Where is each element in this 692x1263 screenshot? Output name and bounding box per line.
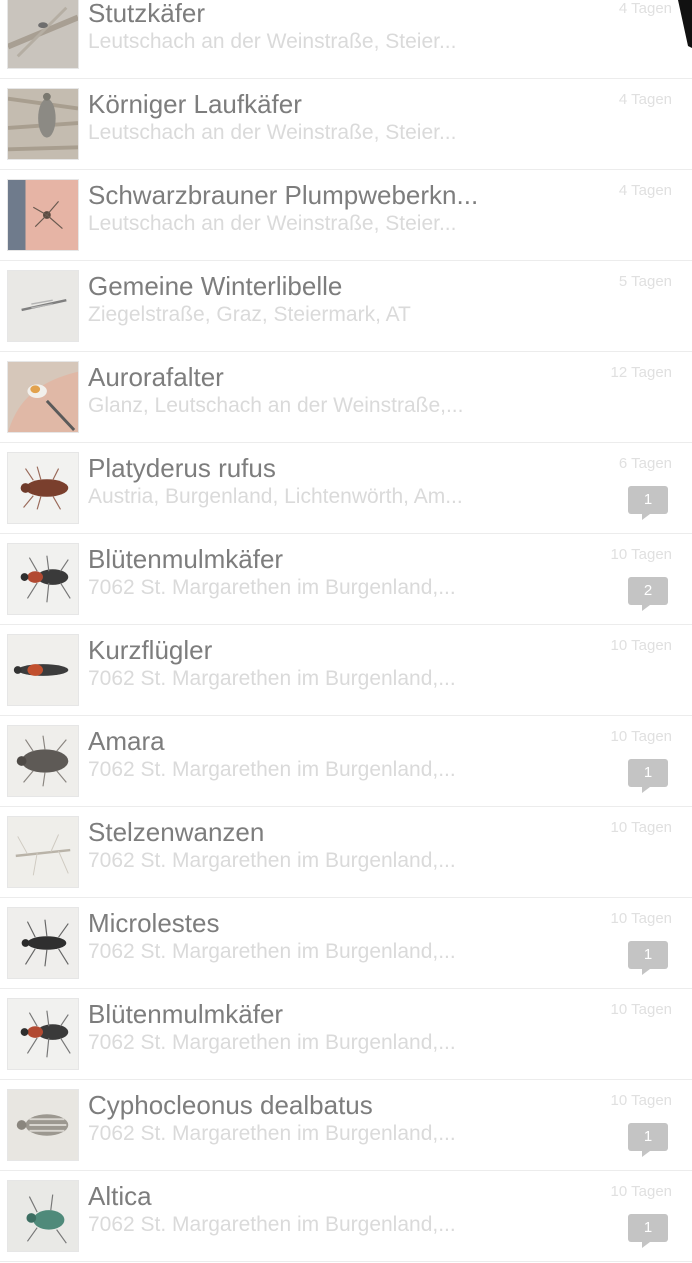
observation-time: 4 Tagen <box>618 182 672 199</box>
comment-count-badge: 1 <box>628 486 668 520</box>
observation-title: Kurzflügler <box>88 635 213 665</box>
observation-title: Gemeine Winterlibelle <box>88 271 343 301</box>
observation-location: 7062 St. Margarethen im Burgenland,... <box>88 940 456 963</box>
observation-list: Stutzkäfer Leutschach an der Weinstraße, … <box>0 0 692 1263</box>
observation-location: 7062 St. Margarethen im Burgenland,... <box>88 1122 456 1145</box>
observation-row[interactable]: Gemeine Winterlibelle Ziegelstraße, Graz,… <box>0 261 692 352</box>
observation-title: Platyderus rufus <box>88 453 276 483</box>
observation-row[interactable]: Blütenmulmkäfer 7062 St. Margarethen im B… <box>0 534 692 625</box>
observation-location: Ziegelstraße, Graz, Steiermark, AT <box>88 303 411 326</box>
observation-time: 4 Tagen <box>618 91 672 108</box>
observation-thumbnail <box>7 452 79 524</box>
observation-title: Blütenmulmkäfer <box>88 544 284 574</box>
observation-thumbnail <box>7 88 79 160</box>
observation-time: 10 Tagen <box>610 819 672 836</box>
observation-location: 7062 St. Margarethen im Burgenland,... <box>88 1031 456 1054</box>
observation-title: Cyphocleonus dealbatus <box>88 1090 373 1120</box>
observation-row[interactable]: Stutzkäfer Leutschach an der Weinstraße, … <box>0 0 692 79</box>
observation-row[interactable]: Amara 7062 St. Margarethen im Burgenland,… <box>0 716 692 807</box>
observation-thumbnail <box>7 725 79 797</box>
observation-thumbnail <box>7 361 79 433</box>
observation-row[interactable]: Blütenmulmkäfer 7062 St. Margarethen im B… <box>0 989 692 1080</box>
observation-thumbnail <box>7 270 79 342</box>
comment-count-badge: 1 <box>628 759 668 793</box>
observation-location: 7062 St. Margarethen im Burgenland,... <box>88 576 456 599</box>
comment-count-badge: 1 <box>628 1123 668 1157</box>
observation-thumbnail <box>7 1180 79 1252</box>
observation-thumbnail <box>7 543 79 615</box>
observation-title: Stelzenwanzen <box>88 817 265 847</box>
observation-time: 10 Tagen <box>610 910 672 927</box>
observation-title: Körniger Laufkäfer <box>88 89 302 119</box>
observation-time: 10 Tagen <box>610 637 672 654</box>
observation-time: 10 Tagen <box>610 546 672 563</box>
observation-title: Microlestes <box>88 908 220 938</box>
observation-location: 7062 St. Margarethen im Burgenland,... <box>88 667 456 690</box>
observation-location: Leutschach an der Weinstraße, Steier... <box>88 121 457 144</box>
observation-row[interactable]: Platyderus rufus Austria, Burgenland, Lic… <box>0 443 692 534</box>
observation-thumbnail <box>7 634 79 706</box>
observation-time: 10 Tagen <box>610 1183 672 1200</box>
observation-row[interactable]: Aurorafalter Glanz, Leutschach an der Wei… <box>0 352 692 443</box>
observation-location: 7062 St. Margarethen im Burgenland,... <box>88 849 456 872</box>
observation-location: Glanz, Leutschach an der Weinstraße,... <box>88 394 464 417</box>
observation-row[interactable]: Cyphocleonus dealbatus 7062 St. Margareth… <box>0 1080 692 1171</box>
observation-title: Aurorafalter <box>88 362 224 392</box>
observation-time: 10 Tagen <box>610 1001 672 1018</box>
observation-thumbnail <box>7 816 79 888</box>
observation-title: Altica <box>88 1181 152 1211</box>
observation-location: 7062 St. Margarethen im Burgenland,... <box>88 1213 456 1236</box>
observation-title: Schwarzbrauner Plumpweberkn... <box>88 180 479 210</box>
observation-location: Leutschach an der Weinstraße, Steier... <box>88 212 457 235</box>
observation-thumbnail <box>7 998 79 1070</box>
observation-title: Amara <box>88 726 165 756</box>
observation-row[interactable]: Altica 7062 St. Margarethen im Burgenland… <box>0 1171 692 1262</box>
observation-row[interactable]: Schwarzbrauner Plumpweberkn... Leutschach… <box>0 170 692 261</box>
observation-row[interactable]: Kurzflügler 7062 St. Margarethen im Burge… <box>0 625 692 716</box>
observation-thumbnail <box>7 0 79 69</box>
comment-count-badge: 1 <box>628 941 668 975</box>
observation-time: 4 Tagen <box>618 0 672 17</box>
observation-thumbnail <box>7 179 79 251</box>
observation-thumbnail <box>7 1089 79 1161</box>
comment-count-badge: 1 <box>628 1214 668 1248</box>
observation-location: Austria, Burgenland, Lichtenwörth, Am... <box>88 485 463 508</box>
observation-row[interactable]: Microlestes 7062 St. Margarethen im Burge… <box>0 898 692 989</box>
observation-location: 7062 St. Margarethen im Burgenland,... <box>88 758 456 781</box>
observation-time: 5 Tagen <box>618 273 672 290</box>
observation-title: Stutzkäfer <box>88 0 206 28</box>
comment-count-badge: 2 <box>628 577 668 611</box>
observation-thumbnail <box>7 907 79 979</box>
observation-location: Leutschach an der Weinstraße, Steier... <box>88 30 457 53</box>
observation-row[interactable]: Stelzenwanzen 7062 St. Margarethen im Bur… <box>0 807 692 898</box>
observation-time: 6 Tagen <box>618 455 672 472</box>
observation-row[interactable]: Körniger Laufkäfer Leutschach an der Wein… <box>0 79 692 170</box>
observation-time: 12 Tagen <box>610 364 672 381</box>
observation-time: 10 Tagen <box>610 728 672 745</box>
observation-time: 10 Tagen <box>610 1092 672 1109</box>
corner-overlay-mark <box>678 0 692 48</box>
observation-title: Blütenmulmkäfer <box>88 999 284 1029</box>
